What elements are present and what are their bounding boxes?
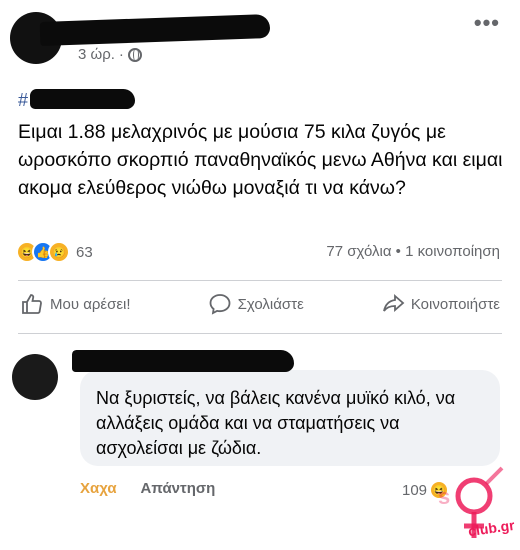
commenter-avatar[interactable] xyxy=(12,354,58,400)
meta-dot: · xyxy=(118,46,124,63)
post-text: Ειμαι 1.88 μελαχρινός με μούσια 75 κιλα … xyxy=(18,121,503,199)
like-label: Μου αρέσει! xyxy=(50,295,131,313)
comment-icon xyxy=(209,294,230,315)
hashtag-redacted xyxy=(30,89,135,109)
comment-reaction-number: 109 xyxy=(402,481,428,499)
divider xyxy=(18,280,502,281)
svg-text:s: s xyxy=(438,484,450,509)
thumbs-up-icon xyxy=(22,294,42,314)
more-options-icon[interactable]: ••• xyxy=(474,10,500,36)
post-actions: Μου αρέσει! Σχολιάστε Κοινοποιήστε xyxy=(0,292,520,316)
post-card: 3 ώρ. · ••• # Ειμαι 1.88 μελαχρινός με μ… xyxy=(0,0,520,340)
share-label: Κοινοποιήστε xyxy=(410,295,500,313)
reaction-summary[interactable]: 😆 👍 😢 63 xyxy=(16,241,93,263)
comment-text: Να ξυριστείς, να βάλεις κανένα μυϊκό κιλ… xyxy=(96,388,456,458)
author-name-redacted xyxy=(39,13,271,47)
comment-label: Σχολιάστε xyxy=(237,295,304,313)
reaction-count: 63 xyxy=(76,243,93,261)
comment-reply-button[interactable]: Απάντηση xyxy=(141,480,216,497)
comment-actions: Χαχα Απάντηση xyxy=(80,480,215,497)
post-meta: 3 ώρ. · xyxy=(78,46,142,63)
divider xyxy=(18,333,502,334)
hashtag-prefix[interactable]: # xyxy=(18,90,28,111)
like-button[interactable]: Μου αρέσει! xyxy=(20,292,131,316)
share-button[interactable]: Κοινοποιήστε xyxy=(381,292,500,316)
share-icon xyxy=(382,294,405,312)
post-time[interactable]: 3 ώρ. xyxy=(78,46,115,63)
sad-reaction-icon: 😢 xyxy=(48,241,70,263)
globe-icon xyxy=(127,47,142,62)
comment-haha-button[interactable]: Χαχα xyxy=(80,480,117,497)
comment-share-counts[interactable]: 77 σχόλια • 1 κοινοποίηση xyxy=(326,243,500,260)
comment-button[interactable]: Σχολιάστε xyxy=(208,292,304,316)
commenter-name-redacted xyxy=(72,350,294,372)
